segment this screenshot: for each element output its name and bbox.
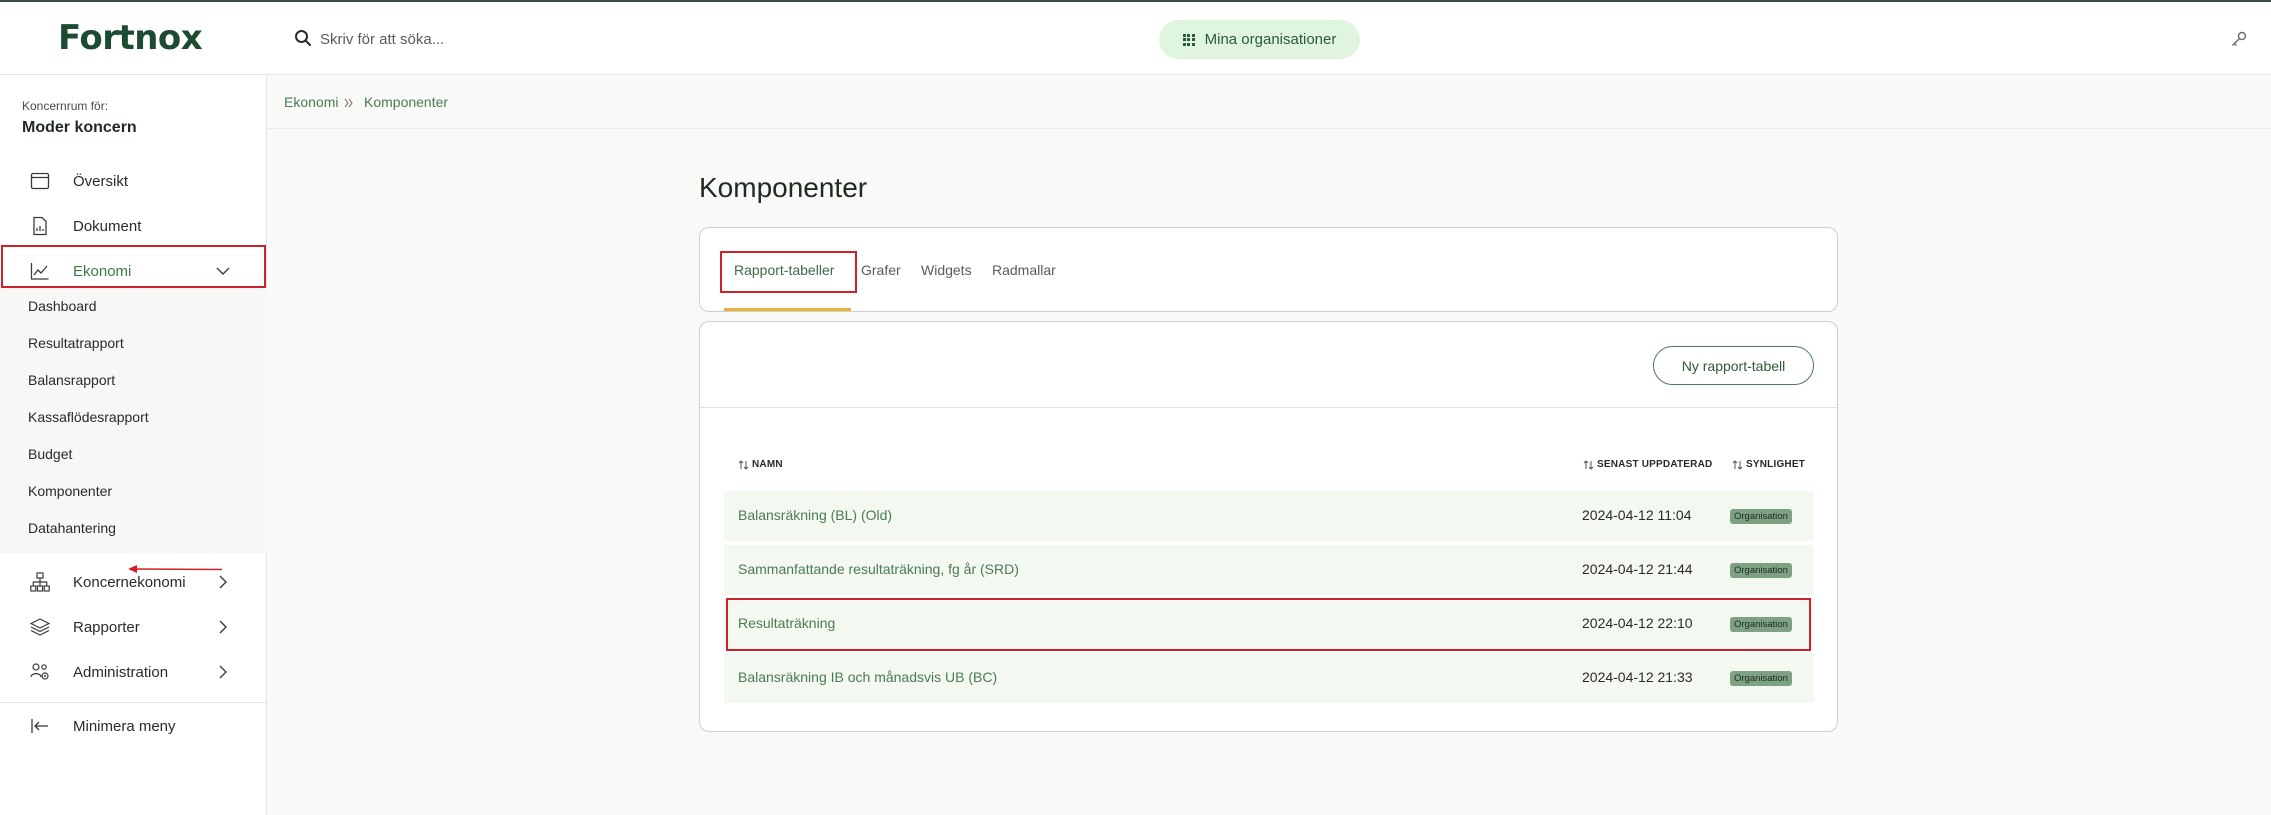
collapse-left-icon <box>31 719 48 733</box>
sidebar-item-label: Administration <box>73 663 169 681</box>
highlight-resultatrakning <box>726 598 1811 651</box>
top-header: Fortnox Mina organisationer <box>0 2 2271 75</box>
chevron-right-icon <box>219 620 227 634</box>
search-input[interactable] <box>320 24 720 54</box>
column-header-name[interactable]: NAMN <box>738 459 783 470</box>
breadcrumb-komponenter[interactable]: Komponenter <box>364 94 448 110</box>
search-icon <box>295 30 311 46</box>
window-icon <box>30 172 50 190</box>
submenu-item-kassaflodesrapport[interactable]: Kassaflödesrapport <box>28 409 149 425</box>
tab-radmallar[interactable]: Radmallar <box>992 262 1056 278</box>
double-chevron-right-icon <box>344 98 353 108</box>
tab-widgets[interactable]: Widgets <box>921 262 972 278</box>
my-organisations-button[interactable]: Mina organisationer <box>1159 20 1360 59</box>
column-header-visibility[interactable]: SYNLIGHET <box>1732 459 1805 470</box>
sidebar-divider <box>0 702 267 703</box>
sidebar-item-label: Översikt <box>73 172 129 190</box>
row-name[interactable]: Sammanfattande resultaträkning, fg år (S… <box>738 561 1019 577</box>
row-name[interactable]: Balansräkning (BL) (Old) <box>738 507 892 523</box>
fortnox-logo[interactable]: Fortnox <box>58 18 203 58</box>
document-icon <box>33 216 47 236</box>
page-title: Komponenter <box>699 172 868 203</box>
hierarchy-icon <box>30 572 50 592</box>
visibility-badge: Organisation <box>1730 671 1792 686</box>
row-name[interactable]: Balansräkning IB och månadsvis UB (BC) <box>738 669 997 685</box>
sidebar-item-koncernekonomi[interactable]: Koncernekonomi <box>0 560 267 604</box>
sidebar-item-label: Rapporter <box>73 618 140 636</box>
grid-icon <box>1182 33 1195 46</box>
my-organisations-label: Mina organisationer <box>1204 31 1337 48</box>
tab-grafer[interactable]: Grafer <box>861 262 901 278</box>
sort-icon <box>1583 459 1594 470</box>
tabs-card: Rapport-tabeller Grafer Widgets Radmalla… <box>699 227 1838 312</box>
sort-icon <box>738 459 749 470</box>
column-header-label: SYNLIGHET <box>1746 459 1806 470</box>
users-settings-icon <box>30 663 49 680</box>
submenu-item-komponenter[interactable]: Komponenter <box>28 483 112 499</box>
column-header-updated[interactable]: SENAST UPPDATERAD <box>1583 459 1712 470</box>
sidebar-item-oversikt[interactable]: Översikt <box>0 159 267 203</box>
minimize-menu-label: Minimera meny <box>73 717 176 735</box>
submenu-item-datahantering[interactable]: Datahantering <box>28 520 116 536</box>
sidebar-caption: Koncernrum för: <box>22 99 109 113</box>
table-row[interactable]: Balansräkning (BL) (Old) 2024-04-12 11:0… <box>724 491 1814 541</box>
submenu-item-dashboard[interactable]: Dashboard <box>28 298 97 314</box>
minimize-menu-button[interactable]: Minimera meny <box>0 704 267 748</box>
table-row[interactable]: Sammanfattande resultaträkning, fg år (S… <box>724 545 1814 595</box>
column-header-label: SENAST UPPDATERAD <box>1597 459 1713 470</box>
sidebar-title: Moder koncern <box>22 119 137 136</box>
sidebar-item-dokument[interactable]: Dokument <box>0 204 267 248</box>
key-icon[interactable] <box>2230 30 2248 48</box>
submenu-item-balansrapport[interactable]: Balansrapport <box>28 372 115 388</box>
visibility-badge: Organisation <box>1730 563 1792 578</box>
breadcrumb: Ekonomi Komponenter <box>268 75 2271 129</box>
breadcrumb-ekonomi[interactable]: Ekonomi <box>284 94 338 110</box>
row-updated: 2024-04-12 21:33 <box>1582 669 1693 685</box>
active-tab-indicator <box>724 308 851 311</box>
card-divider <box>700 407 1837 408</box>
chevron-right-icon <box>219 665 227 679</box>
sidebar-item-label: Dokument <box>73 217 142 235</box>
column-header-label: NAMN <box>752 459 783 470</box>
sidebar-item-label: Koncernekonomi <box>73 573 186 591</box>
sort-icon <box>1732 459 1743 470</box>
highlight-ekonomi <box>1 245 266 288</box>
highlight-rapport-tabeller <box>720 251 857 293</box>
chevron-right-icon <box>219 575 227 589</box>
ekonomi-submenu: Dashboard Resultatrapport Balansrapport … <box>0 288 267 553</box>
submenu-item-budget[interactable]: Budget <box>28 446 72 462</box>
sidebar: Koncernrum för: Moder koncern Översikt D… <box>0 75 267 815</box>
components-table-card: Ny rapport-tabell NAMN SENAST UPPDATERAD… <box>699 321 1838 732</box>
visibility-badge: Organisation <box>1730 509 1792 524</box>
new-report-table-button[interactable]: Ny rapport-tabell <box>1653 346 1814 385</box>
table-row[interactable]: Balansräkning IB och månadsvis UB (BC) 2… <box>724 653 1814 703</box>
layers-icon <box>30 618 50 636</box>
row-updated: 2024-04-12 21:44 <box>1582 561 1693 577</box>
row-updated: 2024-04-12 11:04 <box>1582 507 1692 523</box>
sidebar-item-rapporter[interactable]: Rapporter <box>0 605 267 649</box>
submenu-item-resultatrapport[interactable]: Resultatrapport <box>28 335 124 351</box>
sidebar-item-administration[interactable]: Administration <box>0 650 267 694</box>
